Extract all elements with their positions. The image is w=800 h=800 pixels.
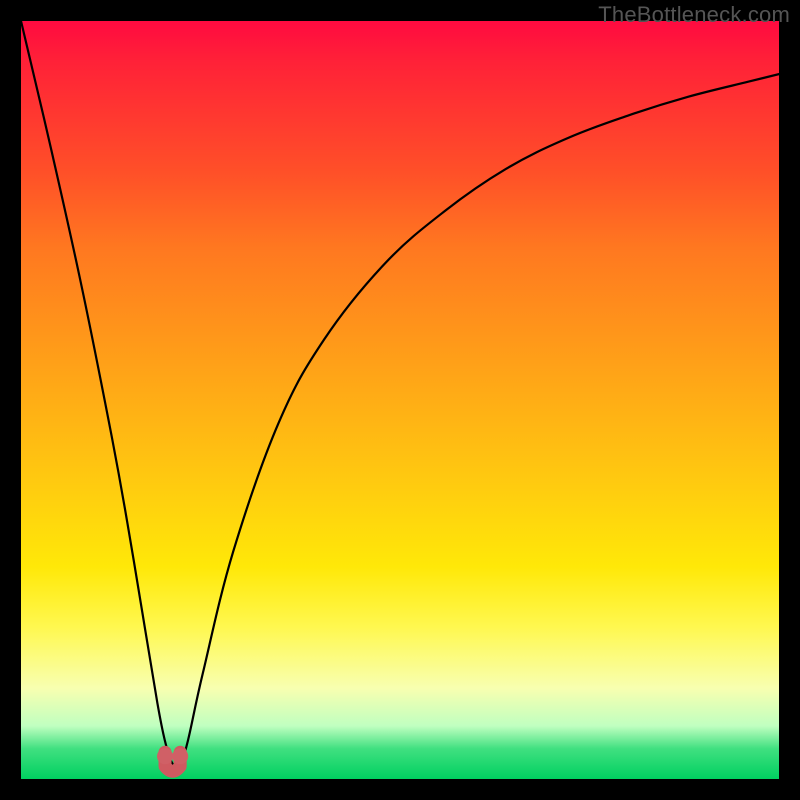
chart-area <box>21 21 779 779</box>
marker-dot-0 <box>157 748 173 764</box>
chart-svg <box>21 21 779 779</box>
marker-u-shape <box>165 752 180 771</box>
attribution-label: TheBottleneck.com <box>598 2 790 28</box>
bottleneck-curve <box>21 21 779 767</box>
marker-dot-1 <box>172 748 188 764</box>
curve-markers <box>157 748 188 771</box>
